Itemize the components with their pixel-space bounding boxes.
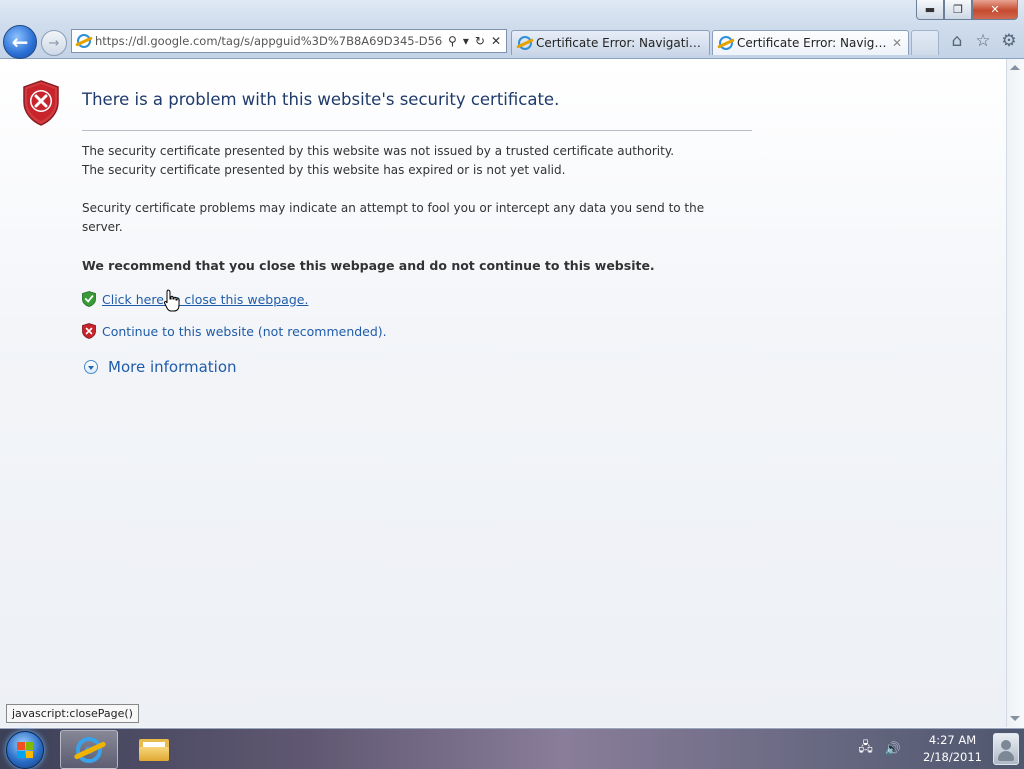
more-information-toggle[interactable]: More information	[84, 358, 237, 376]
more-information-label: More information	[108, 358, 237, 376]
home-icon[interactable]: ⌂	[948, 31, 966, 51]
status-url-tooltip: javascript:closePage()	[6, 704, 139, 723]
window-controls: ▬ ❐ ✕	[916, 0, 1018, 20]
clock-time: 4:27 AM	[928, 733, 977, 747]
address-bar-actions: ⚲ ▾ ↻ ✕	[443, 34, 506, 48]
scroll-up-arrow[interactable]	[1010, 65, 1020, 70]
forward-arrow-icon: →	[48, 35, 60, 51]
hand-cursor-icon	[163, 289, 180, 312]
network-icon[interactable]: 🖧	[858, 738, 873, 760]
continue-to-website-link[interactable]: Continue to this website (not recommende…	[102, 324, 387, 339]
close-window-button[interactable]: ✕	[972, 0, 1018, 20]
restore-button[interactable]: ❐	[944, 0, 972, 20]
forward-button[interactable]: →	[41, 30, 67, 56]
continue-option[interactable]: Continue to this website (not recommende…	[82, 323, 387, 339]
tab-certificate-error-1[interactable]: Certificate Error: Navigation Bl...	[511, 30, 710, 55]
not-trusted-text: The security certificate presented by th…	[82, 144, 675, 158]
address-input[interactable]	[95, 34, 444, 48]
security-error-shield-icon	[23, 80, 59, 126]
close-webpage-option[interactable]: Click here to close this webpage.	[82, 291, 308, 307]
expand-chevron-icon	[84, 360, 98, 374]
recommendation-text: We recommend that you close this webpage…	[82, 258, 655, 273]
address-bar[interactable]: ⚲ ▾ ↻ ✕	[71, 29, 507, 53]
clock-date: 2/18/2011	[923, 750, 982, 764]
red-shield-x-icon	[82, 323, 96, 339]
close-webpage-link[interactable]: Click here to close this webpage.	[102, 292, 308, 307]
tab-label: Certificate Error: Navigation Bl...	[536, 36, 703, 50]
clock[interactable]: 4:27 AM 2/18/2011	[923, 732, 982, 766]
minimize-button[interactable]: ▬	[916, 0, 944, 20]
folder-icon	[139, 737, 169, 761]
ie-tab-icon	[518, 36, 532, 50]
tab-label: Certificate Error: Navigation...	[737, 36, 888, 50]
back-arrow-icon: ←	[11, 30, 29, 54]
favorites-star-icon[interactable]: ☆	[974, 31, 992, 51]
start-button[interactable]	[6, 731, 44, 769]
user-icon	[993, 733, 1019, 765]
stop-icon[interactable]: ✕	[491, 34, 501, 48]
tools-gear-icon[interactable]: ⚙	[1000, 31, 1018, 51]
windows-taskbar: e 🖧 🔊 4:27 AM 2/18/2011	[0, 728, 1024, 769]
scroll-down-arrow[interactable]	[1010, 716, 1020, 721]
dropdown-icon[interactable]: ▾	[463, 34, 469, 48]
expired-text: The security certificate presented by th…	[82, 163, 566, 177]
volume-icon[interactable]: 🔊	[885, 742, 901, 757]
ie-page-icon	[77, 34, 91, 48]
search-icon[interactable]: ⚲	[448, 34, 457, 48]
browser-chrome: ▬ ❐ ✕ ← → ⚲ ▾ ↻ ✕ Certificate Error: Nav…	[0, 0, 1024, 59]
back-button[interactable]: ←	[3, 25, 37, 59]
refresh-icon[interactable]: ↻	[475, 34, 485, 48]
taskbar-internet-explorer[interactable]: e	[60, 730, 118, 769]
new-tab-button[interactable]	[911, 30, 939, 55]
taskbar-windows-explorer[interactable]	[126, 730, 182, 767]
system-tray: 🖧 🔊 4:27 AM 2/18/2011	[858, 729, 982, 769]
tab-certificate-error-2[interactable]: Certificate Error: Navigation... ✕	[712, 30, 909, 55]
tab-close-icon[interactable]: ✕	[892, 36, 902, 50]
green-shield-check-icon	[82, 291, 96, 307]
ie-tab-icon	[719, 36, 733, 50]
vertical-scrollbar[interactable]	[1006, 59, 1024, 727]
warning-text: Security certificate problems may indica…	[82, 201, 705, 234]
title-divider	[82, 130, 752, 131]
windows-logo-icon	[17, 742, 33, 758]
page-title: There is a problem with this website's s…	[82, 90, 560, 109]
internet-explorer-icon: e	[76, 736, 102, 763]
toolbar-icons: ⌂ ☆ ⚙	[948, 31, 1018, 51]
show-desktop-button[interactable]	[988, 729, 1024, 769]
